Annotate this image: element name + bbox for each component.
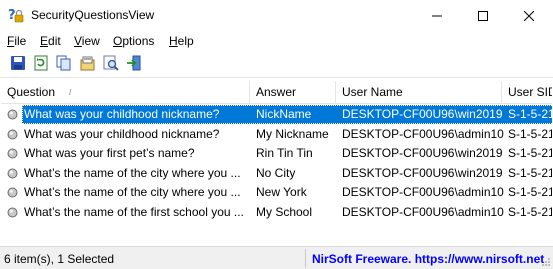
question-item-icon: [7, 148, 18, 159]
copy-button[interactable]: [56, 55, 74, 73]
exit-icon: [127, 55, 141, 71]
save-button[interactable]: [10, 55, 28, 73]
properties-icon: [80, 56, 95, 71]
menu-file[interactable]: File: [7, 34, 26, 48]
svg-text:?: ?: [8, 8, 16, 23]
column-header-user-name[interactable]: User Name: [336, 81, 502, 104]
cell-user-name: DESKTOP-CF00U96\win2019: [342, 107, 503, 121]
question-item-icon: [7, 187, 18, 198]
status-item-count: 6 item(s), 1 Selected: [4, 252, 115, 266]
table-row[interactable]: What was your childhood nickname? NickNam…: [1, 105, 552, 124]
app-icon: ?: [8, 8, 24, 23]
table-row[interactable]: What’s the name of the city where you ..…: [1, 183, 552, 202]
cell-user-sid: S-1-5-21: [508, 165, 552, 180]
table-row[interactable]: What was your first pet’s name? Rin Tin T…: [1, 144, 552, 163]
cell-user-name: DESKTOP-CF00U96\win2019: [342, 146, 503, 161]
refresh-button[interactable]: [33, 55, 51, 73]
cell-user-sid: S-1-5-21: [508, 126, 552, 141]
cell-answer: My Nickname: [256, 126, 329, 141]
close-icon: [524, 10, 534, 21]
refresh-icon: [34, 55, 48, 71]
table-row[interactable]: What’s the name of the city where you ..…: [1, 164, 552, 183]
menu-edit[interactable]: Edit: [40, 34, 61, 48]
copy-icon: [56, 55, 71, 71]
cell-user-sid: S-1-5-21: [508, 185, 552, 200]
sort-ascending-icon: /: [69, 88, 72, 97]
menu-bar: File Edit View Options Help: [0, 31, 553, 51]
cell-user-sid: S-1-5-21: [508, 205, 552, 219]
cell-answer: My School: [256, 205, 313, 219]
questions-list[interactable]: Question / Answer User Name User SID Wha…: [1, 81, 552, 245]
column-header-question[interactable]: Question /: [1, 81, 250, 104]
question-item-icon: [7, 129, 18, 140]
cell-answer: Rin Tin Tin: [256, 146, 313, 161]
cell-user-name: DESKTOP-CF00U96\win2019: [342, 165, 503, 180]
close-button[interactable]: [506, 0, 552, 31]
question-item-icon: [7, 109, 18, 120]
resize-grip-icon[interactable]: [541, 257, 551, 267]
cell-question: What’s the name of the first school you …: [24, 205, 244, 219]
maximize-button[interactable]: [460, 0, 506, 31]
table-row[interactable]: What was your childhood nickname? My Nick…: [1, 125, 552, 144]
list-header: Question / Answer User Name User SID: [1, 81, 552, 104]
find-icon: [103, 55, 119, 71]
table-row[interactable]: What’s the name of the first school you …: [1, 203, 552, 222]
status-divider: [305, 249, 306, 268]
cell-user-sid: S-1-5-21: [508, 107, 552, 121]
menu-view[interactable]: View: [74, 34, 100, 48]
menu-options[interactable]: Options: [113, 34, 154, 48]
find-button[interactable]: [103, 55, 121, 73]
status-bar: 6 item(s), 1 Selected NirSoft Freeware. …: [0, 246, 553, 269]
column-header-answer[interactable]: Answer: [250, 81, 336, 104]
toolbar: [0, 51, 553, 78]
minimize-button[interactable]: [414, 0, 460, 31]
question-item-icon: [7, 207, 18, 218]
exit-button[interactable]: [126, 55, 144, 73]
nirsoft-link[interactable]: NirSoft Freeware. https://www.nirsoft.ne…: [312, 252, 544, 266]
cell-question: What was your childhood nickname?: [24, 107, 220, 121]
cell-question: What was your childhood nickname?: [24, 126, 220, 141]
column-header-user-sid[interactable]: User SID: [502, 81, 552, 104]
cell-answer: No City: [256, 165, 296, 180]
window-title: SecurityQuestionsView: [31, 8, 155, 22]
cell-user-sid: S-1-5-21: [508, 146, 552, 161]
properties-button[interactable]: [80, 55, 98, 73]
title-bar: ? SecurityQuestionsView: [0, 0, 553, 31]
cell-question: What’s the name of the city where you ..…: [24, 165, 241, 180]
cell-answer: New York: [256, 185, 307, 200]
cell-question: What was your first pet’s name?: [24, 146, 195, 161]
cell-user-name: DESKTOP-CF00U96\admin10: [342, 126, 504, 141]
maximize-icon: [478, 10, 488, 21]
save-icon: [11, 56, 25, 70]
cell-user-name: DESKTOP-CF00U96\admin10: [342, 185, 504, 200]
question-item-icon: [7, 168, 18, 179]
cell-answer: NickName: [256, 107, 312, 121]
menu-help[interactable]: Help: [169, 34, 194, 48]
minimize-icon: [432, 15, 442, 16]
cell-user-name: DESKTOP-CF00U96\admin10: [342, 205, 504, 219]
cell-question: What’s the name of the city where you ..…: [24, 185, 241, 200]
